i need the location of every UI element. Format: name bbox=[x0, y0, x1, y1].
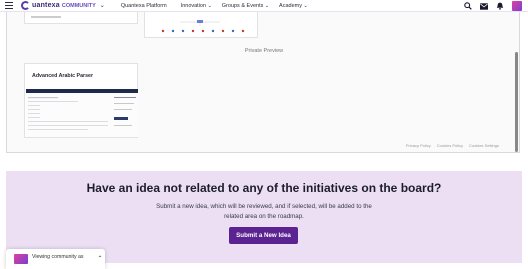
idea-card-advanced-arabic-parser[interactable]: Advanced Arabic Parser bbox=[24, 63, 138, 138]
header-icons bbox=[464, 0, 522, 12]
card-title: Advanced Arabic Parser bbox=[32, 73, 94, 79]
logo-text: uantexa bbox=[32, 2, 60, 9]
footer-link-cookies-settings[interactable]: Cookies Settings bbox=[469, 143, 499, 148]
logo-sub: COMMUNITY bbox=[61, 2, 96, 9]
roadmap-board: Private Preview Advanced Arabic Parser P… bbox=[6, 12, 520, 153]
viewing-label: Viewing community as bbox=[32, 254, 84, 260]
nav-label: Quantexa Platform bbox=[120, 2, 167, 9]
footer-link-cookies-policy[interactable]: Cookies Policy bbox=[437, 143, 463, 148]
viewing-community-as-widget[interactable]: Viewing community as ⌃ bbox=[6, 249, 105, 269]
card-thumbnail bbox=[161, 20, 245, 33]
nav-item-academy[interactable]: Academy ⌄ bbox=[279, 3, 308, 9]
footer-link-privacy-policy[interactable]: Privacy Policy bbox=[406, 143, 431, 148]
bell-icon[interactable] bbox=[496, 2, 504, 10]
chevron-down-icon[interactable]: ⌄ bbox=[100, 2, 105, 9]
nav-label: Innovation bbox=[180, 2, 207, 9]
nav-item-groups-events[interactable]: Groups & Events ⌄ bbox=[222, 3, 269, 9]
nav-label: Academy bbox=[279, 2, 302, 9]
scrollbar[interactable] bbox=[515, 52, 518, 152]
chevron-down-icon: ⌄ bbox=[303, 2, 308, 9]
search-icon[interactable] bbox=[464, 2, 472, 10]
banner-description: Submit a new idea, which will be reviewe… bbox=[154, 202, 374, 222]
footer-links: Privacy Policy Cookies Policy Cookies Se… bbox=[406, 143, 499, 148]
banner-heading: Have an idea not related to any of the i… bbox=[86, 181, 442, 195]
chevron-up-icon[interactable]: ⌃ bbox=[98, 255, 103, 262]
banner-description-line: related area on the roadmap. bbox=[224, 213, 304, 220]
section-label: Private Preview bbox=[244, 48, 284, 54]
menu-icon[interactable] bbox=[5, 0, 19, 12]
nav-item-quantexa-platform[interactable]: Quantexa Platform bbox=[121, 3, 167, 9]
submit-new-idea-button[interactable]: Submit a New Idea bbox=[229, 227, 298, 244]
avatar[interactable] bbox=[512, 1, 522, 11]
card-thumbnail bbox=[26, 89, 138, 137]
top-navigation-bar: uantexa COMMUNITY ⌄ Quantexa Platform In… bbox=[0, 0, 528, 12]
mail-icon[interactable] bbox=[480, 2, 488, 10]
main-nav: Quantexa Platform Innovation ⌄ Groups & E… bbox=[121, 3, 308, 9]
idea-card[interactable] bbox=[24, 12, 138, 24]
chevron-down-icon: ⌄ bbox=[207, 2, 212, 9]
card-thumbnail bbox=[31, 16, 61, 18]
nav-label: Groups & Events bbox=[221, 2, 264, 9]
idea-card[interactable] bbox=[144, 12, 258, 38]
logo-mark bbox=[21, 1, 30, 10]
logo[interactable]: uantexa COMMUNITY bbox=[21, 1, 96, 10]
nav-item-innovation[interactable]: Innovation ⌄ bbox=[181, 3, 212, 9]
chevron-down-icon: ⌄ bbox=[264, 2, 270, 9]
banner-description-line: Submit a new idea, which will be reviewe… bbox=[156, 203, 372, 210]
